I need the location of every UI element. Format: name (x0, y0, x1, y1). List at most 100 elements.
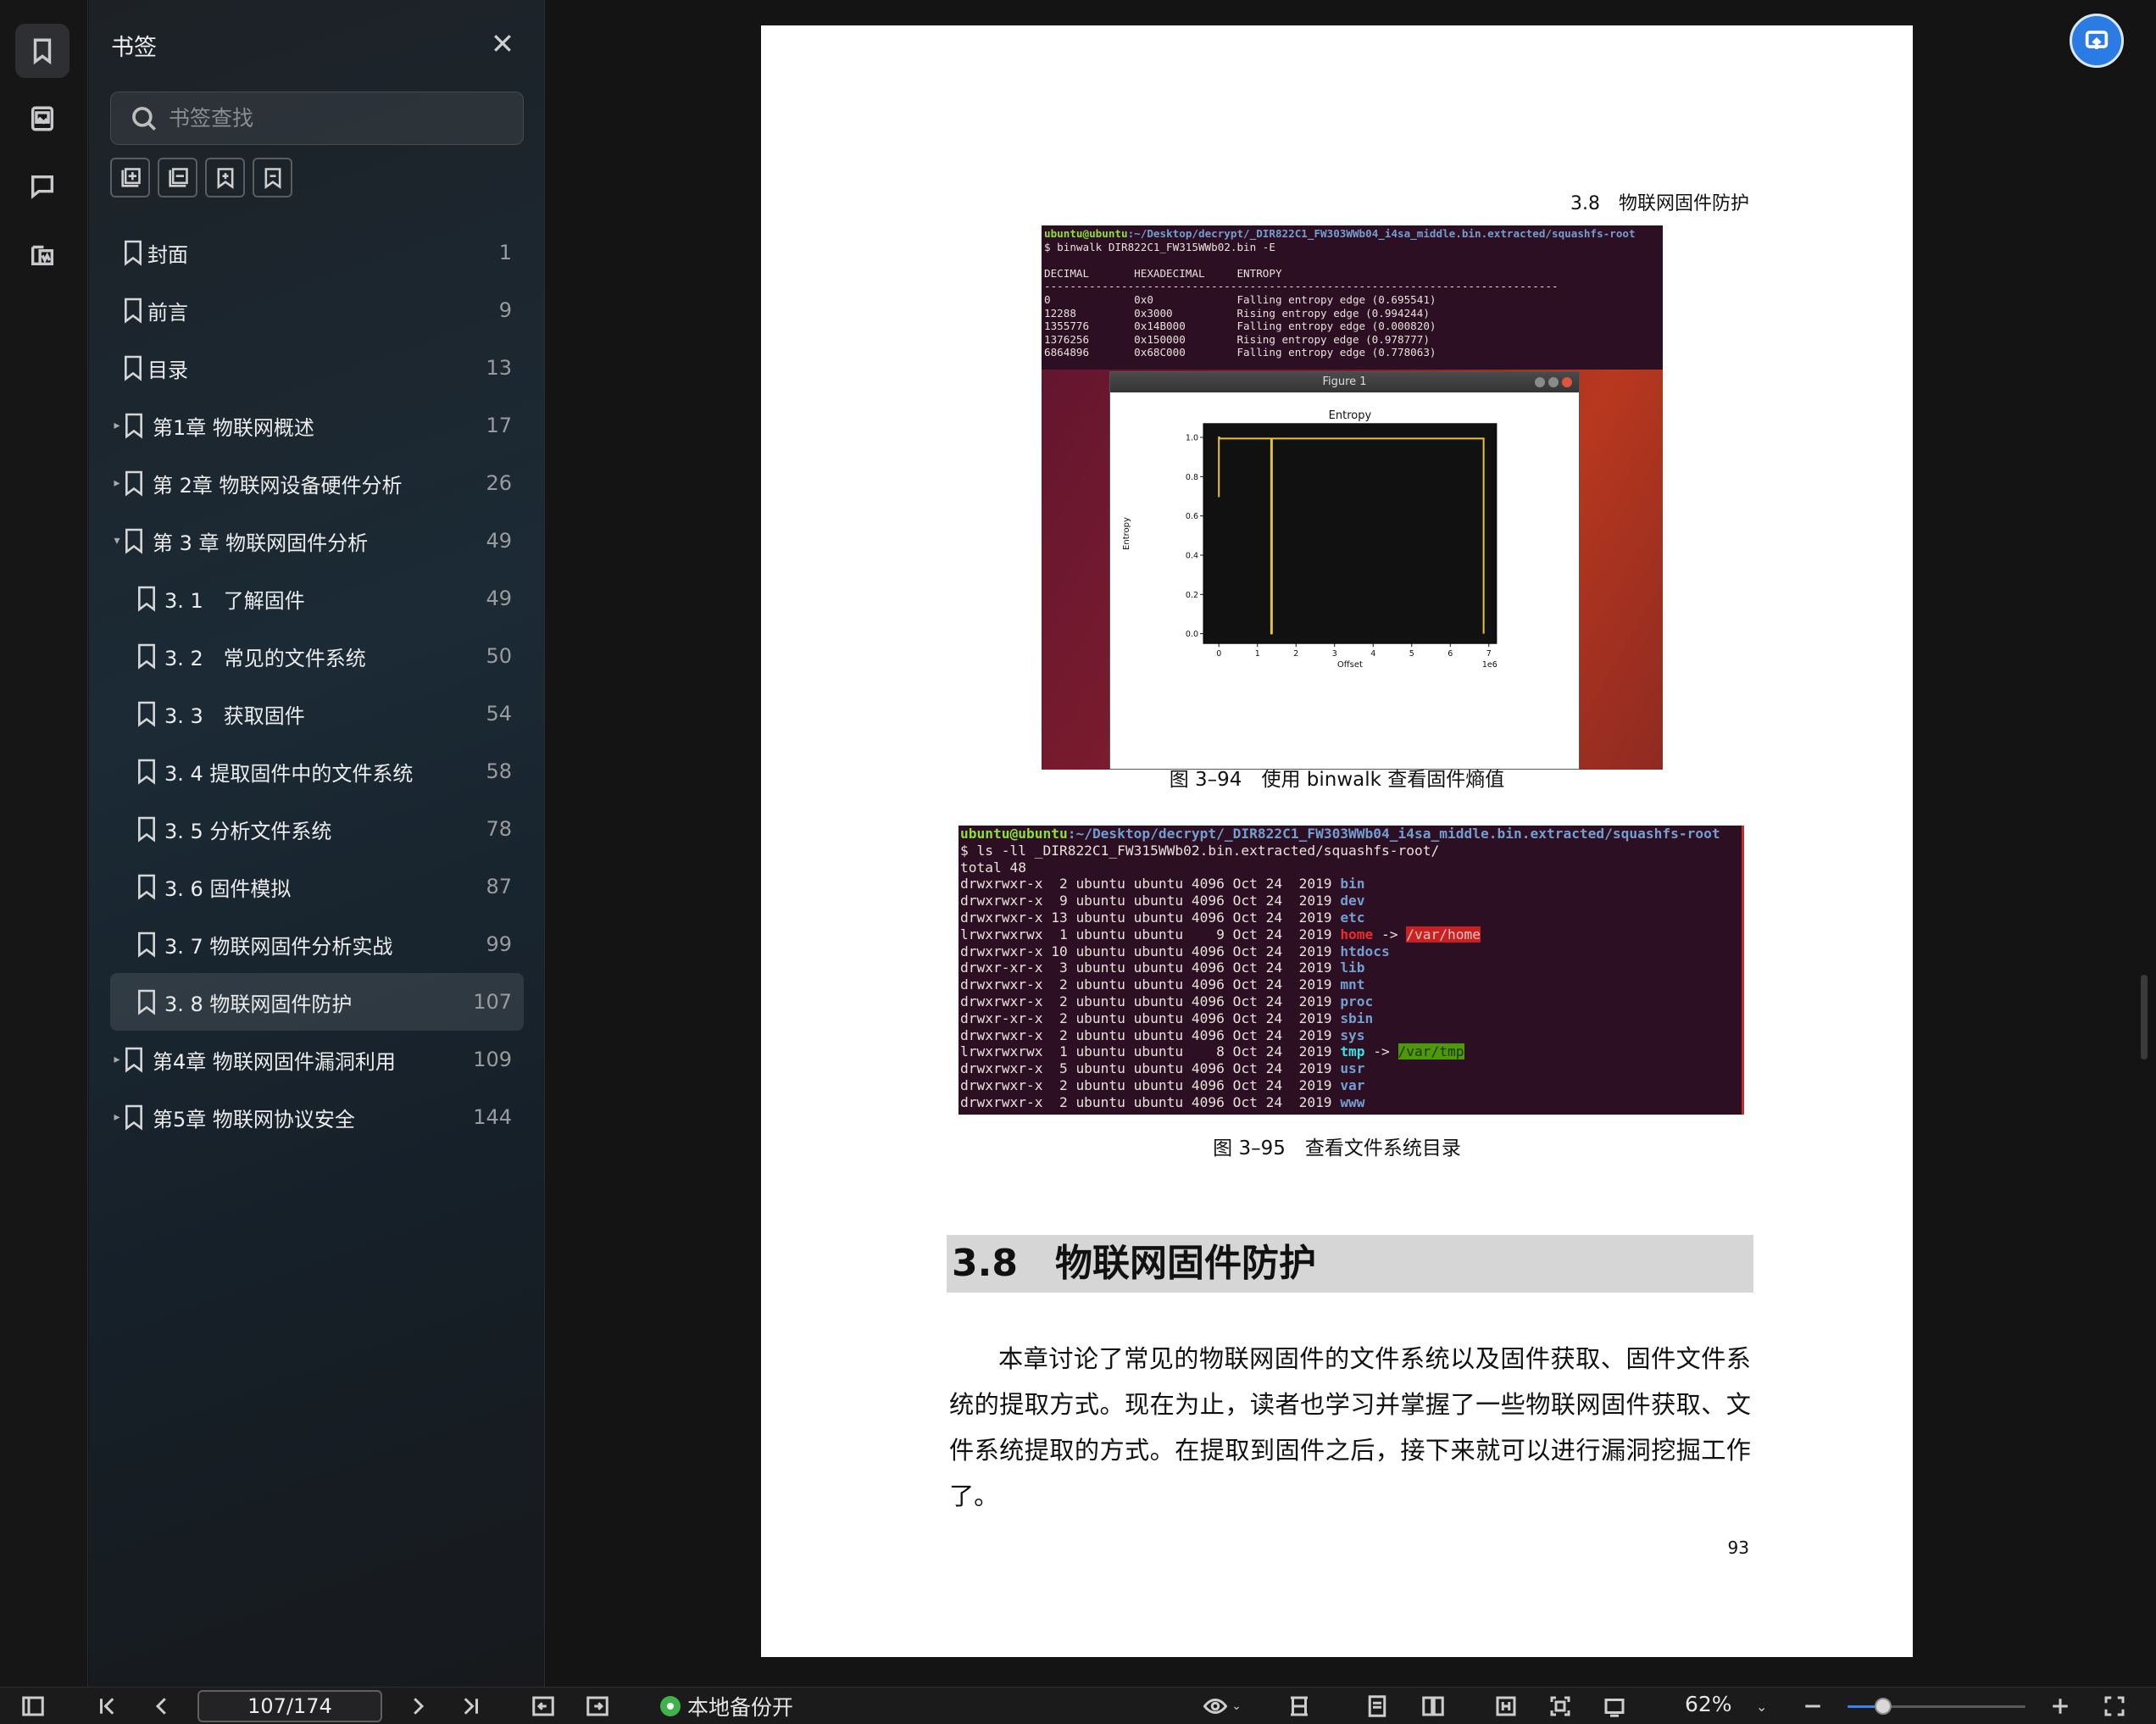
close-panel-button[interactable] (490, 31, 515, 56)
terminal-total: total 48 (960, 859, 1026, 876)
expand-all-button[interactable] (110, 158, 150, 197)
floating-convert-button[interactable] (2070, 14, 2124, 68)
read-mode-dropdown[interactable]: ⌄ (1197, 1693, 1247, 1720)
bookmark-item[interactable]: ▸ 第5章 物联网协议安全 144 (110, 1088, 524, 1146)
bookmark-item[interactable]: 3. 3 获取固件 54 (110, 685, 524, 742)
bookmark-item[interactable]: ▸ 第4章 物联网固件漏洞利用 109 (110, 1031, 524, 1088)
fit-width-button[interactable] (1493, 1693, 1519, 1720)
collapsed-arrow-icon[interactable]: ▸ (110, 476, 124, 490)
remove-bookmark-button[interactable] (253, 158, 292, 197)
bookmark-item[interactable]: ▾ 第 3 章 物联网固件分析 49 (110, 512, 524, 570)
zoom-slider-handle[interactable] (1875, 1698, 1892, 1715)
bookmark-item[interactable]: 3. 7 物联网固件分析实战 99 (110, 915, 524, 973)
bookmark-item[interactable]: 目录 13 (110, 339, 524, 397)
terminal-command: $ binwalk DIR822C1_FW315WWb02.bin -E (1044, 240, 1275, 253)
bookmark-item[interactable]: ▸ 第 2章 物联网设备硬件分析 26 (110, 454, 524, 512)
collapsed-arrow-icon[interactable]: ▸ (110, 1053, 124, 1066)
terminal-output-row: 0 0x0 Falling entropy edge (0.695541) (1044, 292, 1436, 306)
x-tick-label: 2 (1293, 649, 1298, 659)
bookmark-page: 9 (498, 298, 512, 322)
expanded-arrow-icon[interactable]: ▾ (110, 534, 124, 548)
bookmark-icon (136, 988, 158, 1015)
first-page-icon (100, 1698, 114, 1715)
bookmark-item[interactable]: 3. 6 固件模拟 87 (110, 858, 524, 915)
eye-icon (1203, 1698, 1228, 1715)
bookmark-item[interactable]: 3. 5 分析文件系统 78 (110, 800, 524, 858)
section-heading: 3.8 物联网固件防护 (947, 1235, 1753, 1293)
zoom-dropdown[interactable]: ⌄ (1756, 1693, 1767, 1720)
listing-name: sys (1340, 1026, 1365, 1043)
bookmark-search-input[interactable] (169, 106, 491, 131)
back-button[interactable] (531, 1693, 556, 1720)
zoom-out-button[interactable] (1800, 1693, 1825, 1720)
double-page-button[interactable] (1420, 1693, 1446, 1720)
listing-meta: drwxrwxr-x 10 ubuntu ubuntu 4096 Oct 24 … (960, 943, 1341, 959)
listing-meta: drwxrwxr-x 5 ubuntu ubuntu 4096 Oct 24 2… (960, 1060, 1341, 1077)
bookmark-page: 78 (486, 817, 512, 841)
forward-button[interactable] (585, 1693, 610, 1720)
y-tick-label: 0.2 (1186, 591, 1198, 600)
collapsed-arrow-icon[interactable]: ▸ (110, 419, 124, 432)
bookmark-item[interactable]: 3. 8 物联网固件防护 107 (110, 973, 524, 1031)
bookmark-search-box[interactable] (110, 92, 524, 145)
backup-status-icon (660, 1696, 681, 1716)
next-page-button[interactable] (405, 1693, 431, 1720)
listing-row: lrwxrwxrwx 1 ubuntu ubuntu 8 Oct 24 2019… (960, 1043, 1740, 1060)
bookmark-icon (136, 758, 158, 785)
add-bookmark-button[interactable] (205, 158, 245, 197)
document-viewport[interactable]: 3.8 物联网固件防护 ubuntu@ubuntu:~/Desktop/decr… (546, 0, 2156, 1687)
zoom-in-button[interactable] (2048, 1693, 2073, 1720)
link-arrow: -> (1373, 926, 1407, 943)
bookmark-label: 第5章 物联网协议安全 (153, 1107, 355, 1132)
bookmark-page: 17 (486, 414, 512, 437)
vertical-scrollbar[interactable] (2141, 975, 2148, 1059)
collapse-all-button[interactable] (158, 158, 197, 197)
sidebar-icon (22, 1696, 44, 1716)
fit-page-button[interactable] (1548, 1693, 1573, 1720)
bookmark-list: 封面 1 前言 9 目录 13 ▸ 第1章 物联网概述 17 ▸ 第 2章 物联网设备硬件分析 26 ▾… (110, 224, 524, 1146)
x-tick-label: 3 (1332, 649, 1337, 659)
bookmark-item[interactable]: 3. 4 提取固件中的文件系统 58 (110, 742, 524, 800)
prompt-user: ubuntu@ubuntu (1044, 227, 1128, 240)
terminal-output-row: 1355776 0x14B000 Falling entropy edge (0… (1044, 320, 1436, 333)
local-backup-status[interactable]: 本地备份开 (660, 1691, 793, 1721)
back-icon (532, 1696, 554, 1716)
rotate-button[interactable] (1602, 1693, 1627, 1720)
single-page-button[interactable] (1364, 1693, 1390, 1720)
collapsed-arrow-icon[interactable]: ▸ (110, 1110, 124, 1124)
bookmark-item[interactable]: 封面 1 (110, 224, 524, 281)
chevron-left-icon (155, 1698, 166, 1715)
bookmark-item[interactable]: 3. 1 了解固件 49 (110, 570, 524, 627)
bookmark-page: 50 (486, 644, 512, 668)
bookmark-icon (123, 1046, 145, 1073)
fullscreen-button[interactable] (2102, 1693, 2127, 1720)
page-number-input[interactable] (197, 1690, 382, 1722)
last-page-button[interactable] (458, 1693, 483, 1720)
bookmark-item[interactable]: 3. 2 常见的文件系统 50 (110, 627, 524, 685)
bookmark-item[interactable]: ▸ 第1章 物联网概述 17 (110, 397, 524, 454)
listing-name: dev (1340, 893, 1365, 909)
bookmark-toolbar (110, 158, 292, 197)
add-bookmark-icon (217, 167, 233, 189)
listing-meta: drwxr-xr-x 3 ubuntu ubuntu 4096 Oct 24 2… (960, 959, 1341, 976)
bookmark-panel-button[interactable] (15, 24, 69, 78)
first-page-button[interactable] (95, 1693, 120, 1720)
prompt-path: :~/Desktop/decrypt/_DIR822C1_FW303WWb04_… (1127, 227, 1636, 240)
annotation-panel-button[interactable] (15, 227, 69, 281)
zoom-slider[interactable] (1848, 1698, 2025, 1715)
previous-page-button[interactable] (149, 1693, 175, 1720)
x-tick-label: 7 (1486, 649, 1492, 659)
thumbnail-panel-button[interactable] (15, 92, 69, 146)
continuous-scroll-button[interactable] (1286, 1693, 1312, 1720)
x-tick-label: 4 (1370, 649, 1375, 659)
bookmark-icon (136, 642, 158, 670)
bookmark-page: 87 (486, 875, 512, 898)
zoom-level[interactable]: 62% (1685, 1692, 1732, 1716)
comment-panel-button[interactable] (15, 159, 69, 214)
bookmark-icon (136, 873, 158, 900)
bookmark-item[interactable]: 前言 9 (110, 281, 524, 339)
remove-bookmark-icon (264, 167, 281, 189)
toggle-sidebar-button[interactable] (20, 1693, 46, 1720)
bookmark-page: 49 (486, 587, 512, 610)
listing-name: mnt (1340, 976, 1365, 993)
